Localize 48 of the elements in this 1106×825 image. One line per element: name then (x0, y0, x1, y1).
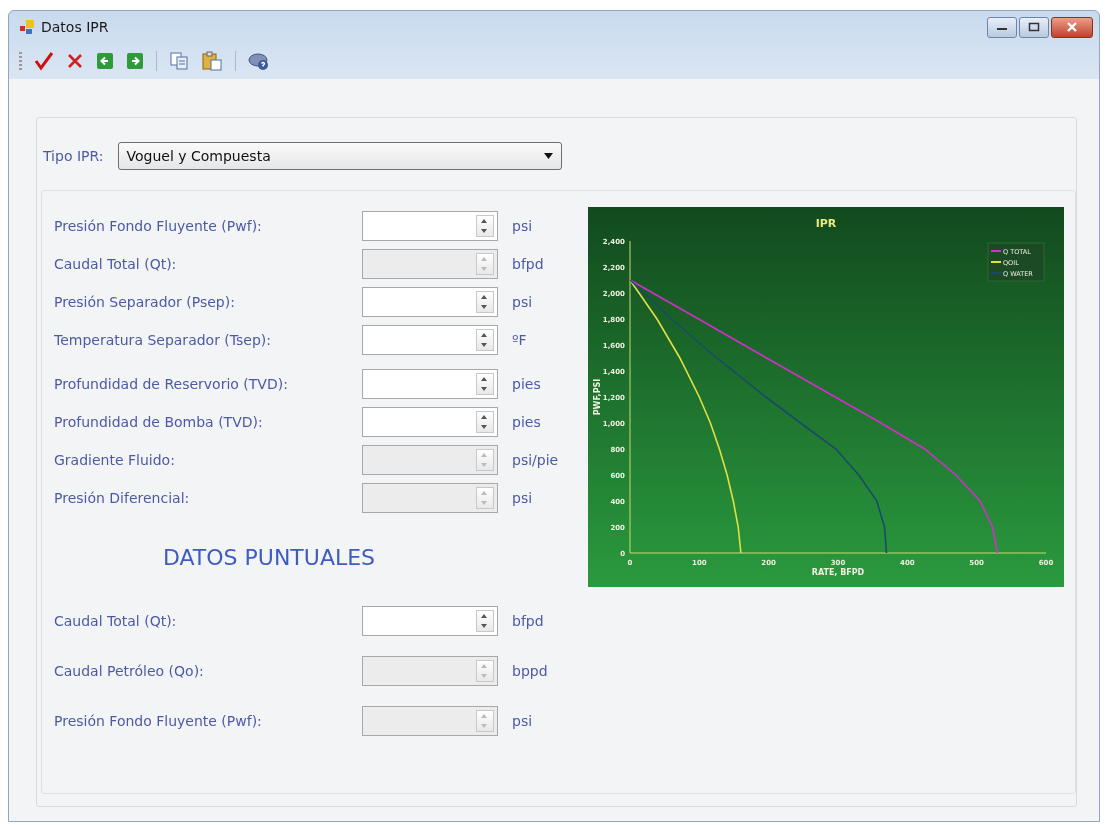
field-label: Presión Separador (Psep): (54, 294, 236, 310)
unit-label: pies (512, 376, 542, 392)
field-label: Presión Fondo Fluyente (Pwf): (54, 218, 263, 234)
help-disk-icon[interactable] (248, 51, 270, 71)
number-field[interactable] (362, 369, 498, 399)
unit-label: bppd (512, 663, 549, 679)
legend-background (987, 242, 1045, 282)
field-label: Caudal Total (Qt): (54, 256, 178, 272)
field-label: Presión Fondo Fluyente (Pwf): (54, 713, 263, 729)
field-label: Profundidad de Reservorio (TVD): (54, 376, 289, 392)
unit-label: psi/pie (512, 452, 560, 468)
unit-label: bfpd (512, 256, 545, 272)
app-icon (19, 19, 35, 35)
x-axis-title: RATE, BFPD (811, 568, 865, 577)
maximize-icon (1028, 22, 1040, 32)
field-label: Caudal Total (Qt): (54, 613, 178, 629)
caret-icon (543, 153, 553, 159)
field-label: Gradiente Fluido: (54, 452, 176, 468)
number-field[interactable] (362, 211, 498, 241)
unit-label: ºF (512, 332, 528, 348)
unit-label: bfpd (512, 613, 545, 629)
field-label: Tipo IPR: (43, 148, 104, 164)
checkmark-icon[interactable] (34, 51, 54, 71)
unit-label: psi (512, 490, 534, 506)
number-field[interactable] (362, 325, 498, 355)
ipr-type-dropdown[interactable]: Voguel y Compuesta (117, 142, 562, 170)
field-label: Temperatura Separador (Tsep): (54, 332, 273, 348)
unit-label: psi (512, 218, 534, 234)
window-title: Datos IPR (41, 19, 110, 35)
unit-label: psi (512, 294, 534, 310)
number-field[interactable] (362, 606, 498, 636)
number-field[interactable] (362, 287, 498, 317)
maximize-button[interactable] (1019, 16, 1049, 38)
number-field[interactable] (362, 407, 498, 437)
field-label: Profundidad de Bomba (TVD): (54, 414, 264, 430)
minimize-button[interactable] (987, 16, 1017, 38)
close-button[interactable] (1051, 16, 1093, 38)
close-icon[interactable] (66, 52, 84, 70)
paste-icon[interactable] (201, 51, 223, 71)
y-axis-title: PWF,PSI (593, 378, 602, 416)
unit-label: psi (512, 713, 534, 729)
chart-title: IPR (815, 217, 837, 230)
section-heading: DATOS PUNTUALES (161, 545, 377, 570)
close-icon (1065, 21, 1079, 33)
field-label: Presión Diferencial: (54, 490, 191, 506)
field-label: Caudal Petróleo (Qo): (54, 663, 205, 679)
unit-label: pies (512, 414, 542, 430)
copy-icon[interactable] (169, 52, 189, 70)
